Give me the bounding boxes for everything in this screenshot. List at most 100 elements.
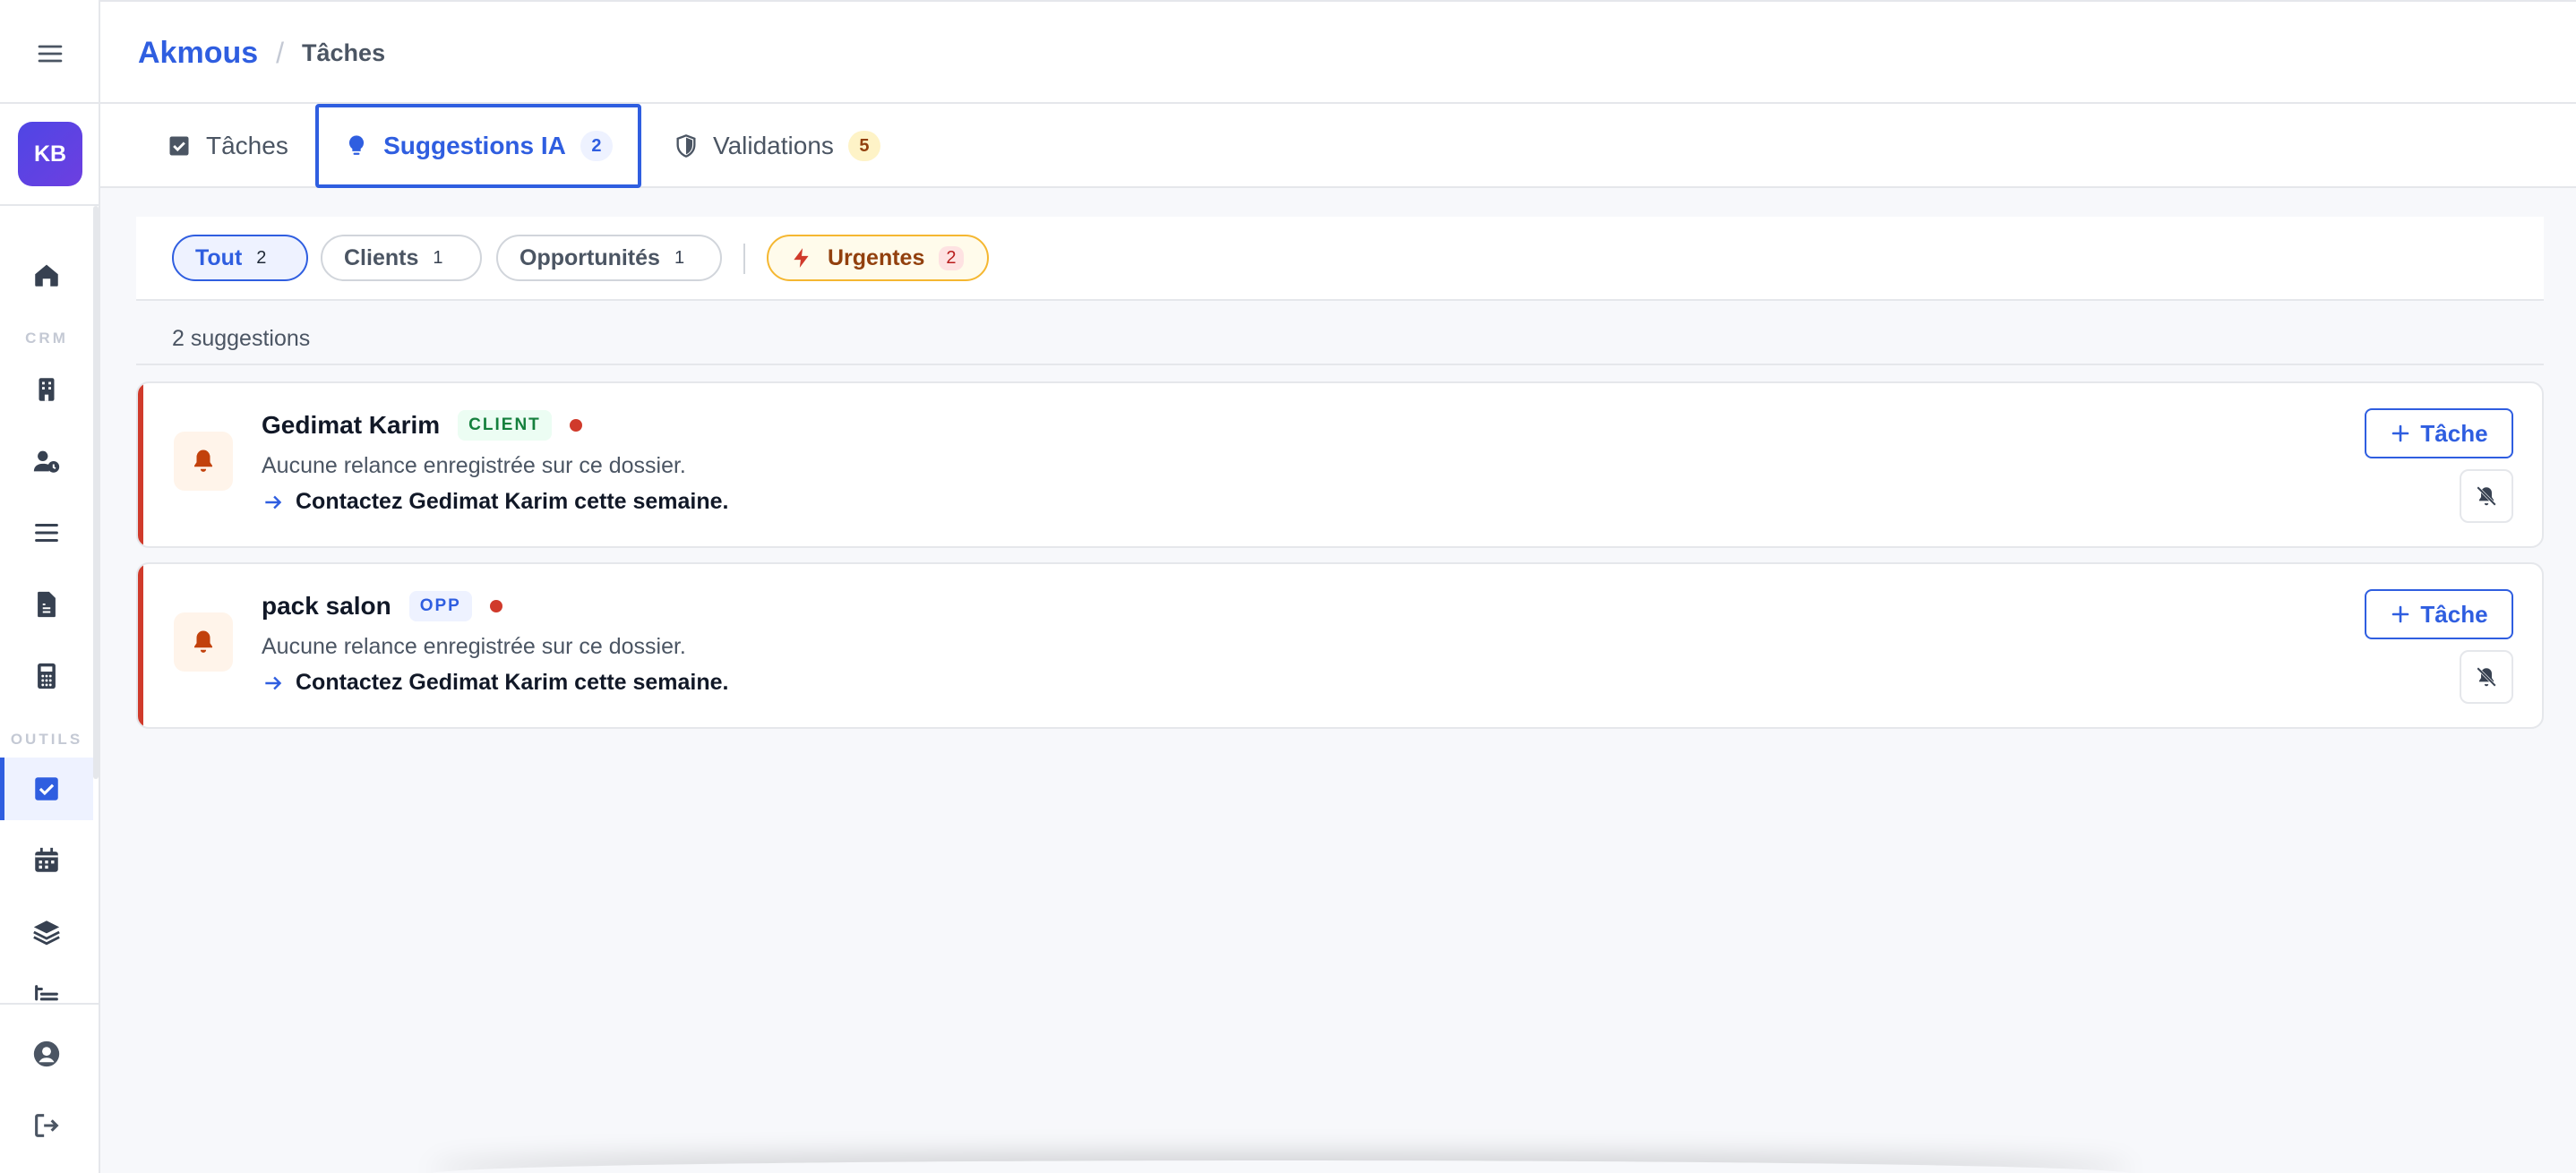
filter-label: Opportunités bbox=[519, 244, 660, 270]
calculator-icon bbox=[38, 663, 56, 689]
bell-slash-icon bbox=[2477, 667, 2496, 687]
suggestion-card: pack salon OPP Aucune relance enregistré… bbox=[136, 562, 2544, 729]
arrow-right-icon bbox=[265, 495, 282, 509]
filter-count: 1 bbox=[674, 247, 685, 268]
card-title[interactable]: Gedimat Karim bbox=[262, 411, 440, 440]
bell-icon bbox=[194, 630, 212, 653]
add-task-label: Tâche bbox=[2420, 419, 2488, 447]
sidebar-item-home[interactable] bbox=[0, 244, 93, 306]
sidebar-item-profile[interactable] bbox=[0, 1023, 93, 1085]
filter-count: 2 bbox=[256, 247, 267, 268]
filter-bar: Tout 2 Clients 1 Opportunités 1 Urgentes… bbox=[136, 217, 2544, 301]
reminder-icon-box bbox=[174, 432, 233, 491]
breadcrumb-separator: / bbox=[276, 37, 285, 69]
filter-count: 1 bbox=[433, 247, 443, 268]
menu-toggle-button[interactable] bbox=[32, 36, 68, 72]
sidebar-item-calendar[interactable] bbox=[0, 829, 93, 892]
mute-suggestion-button[interactable] bbox=[2460, 469, 2513, 523]
tab-label: Tâches bbox=[206, 132, 288, 159]
hamburger-icon bbox=[38, 45, 63, 63]
filter-count: 2 bbox=[939, 245, 964, 270]
bell-slash-icon bbox=[2477, 486, 2496, 506]
sidebar-item-invoices[interactable] bbox=[0, 573, 93, 636]
tab-label: Suggestions IA bbox=[383, 132, 566, 159]
plus-icon bbox=[2392, 605, 2409, 623]
arrow-right-icon bbox=[265, 676, 282, 689]
layers-icon bbox=[33, 920, 60, 946]
list-icon bbox=[35, 523, 58, 543]
shield-icon bbox=[676, 134, 696, 158]
reminder-icon-box bbox=[174, 612, 233, 672]
sidebar-item-calculator[interactable] bbox=[0, 645, 93, 707]
sidebar-item-list[interactable] bbox=[0, 501, 93, 564]
sidebar-section-crm: CRM bbox=[25, 330, 68, 347]
tab-tasks[interactable]: Tâches bbox=[167, 104, 288, 188]
user-avatar[interactable]: KB bbox=[18, 122, 82, 186]
filter-chip-all[interactable]: Tout 2 bbox=[172, 235, 308, 281]
add-task-button[interactable]: Tâche bbox=[2365, 589, 2513, 639]
tab-count-badge: 2 bbox=[580, 131, 613, 161]
type-badge: OPP bbox=[408, 591, 472, 621]
lightbulb-icon bbox=[349, 135, 365, 155]
card-title[interactable]: pack salon bbox=[262, 592, 391, 621]
urgency-accent-bar bbox=[138, 564, 143, 727]
sidebar-item-layers[interactable] bbox=[0, 901, 93, 963]
sidebar: KB CRM OUTILS bbox=[0, 0, 100, 1173]
card-header: pack salon OPP bbox=[262, 591, 502, 621]
breadcrumb-current-page: Tâches bbox=[302, 39, 386, 66]
bell-icon bbox=[194, 450, 212, 472]
priority-dot bbox=[569, 419, 582, 432]
type-badge: CLIENT bbox=[458, 410, 552, 441]
user-circle-icon bbox=[33, 1040, 60, 1067]
card-description: Aucune relance enregistrée sur ce dossie… bbox=[262, 634, 686, 659]
plus-icon bbox=[2392, 424, 2409, 442]
recommendation-text: Contactez Gedimat Karim cette semaine. bbox=[296, 489, 729, 514]
sidebar-scrollbar[interactable] bbox=[93, 206, 99, 779]
mute-suggestion-button[interactable] bbox=[2460, 650, 2513, 704]
checkbox-icon bbox=[35, 777, 58, 801]
card-header: Gedimat Karim CLIENT bbox=[262, 410, 582, 441]
calendar-icon bbox=[35, 847, 58, 872]
add-task-button[interactable]: Tâche bbox=[2365, 408, 2513, 458]
filter-label: Tout bbox=[195, 244, 243, 270]
count-divider bbox=[136, 364, 2544, 365]
suggestion-card: Gedimat Karim CLIENT Aucune relance enre… bbox=[136, 381, 2544, 548]
priority-dot bbox=[489, 600, 502, 612]
sidebar-item-tasks[interactable] bbox=[0, 758, 93, 820]
top-bar: Akmous / Tâches bbox=[100, 0, 2576, 104]
sidebar-item-list-tree[interactable] bbox=[0, 972, 93, 1005]
tab-label: Validations bbox=[713, 132, 834, 159]
checkbox-icon bbox=[169, 136, 189, 156]
tab-count-badge: 5 bbox=[847, 131, 880, 161]
sidebar-divider bbox=[0, 204, 100, 206]
sidebar-item-contacts[interactable] bbox=[0, 430, 93, 492]
card-recommendation: Contactez Gedimat Karim cette semaine. bbox=[262, 489, 729, 515]
filter-chip-opportunities[interactable]: Opportunités 1 bbox=[496, 235, 722, 281]
lightning-icon bbox=[794, 248, 809, 268]
filter-divider bbox=[743, 244, 745, 274]
add-task-label: Tâche bbox=[2420, 600, 2488, 628]
breadcrumb-brand-link[interactable]: Akmous bbox=[138, 36, 258, 71]
filter-chip-urgent[interactable]: Urgentes 2 bbox=[767, 235, 989, 281]
bottom-edge-shadow bbox=[430, 1160, 2132, 1173]
building-icon bbox=[39, 378, 55, 401]
tab-validations[interactable]: Validations 5 bbox=[674, 104, 880, 188]
breadcrumb: Akmous / Tâches bbox=[138, 36, 385, 71]
filter-label: Clients bbox=[344, 244, 419, 270]
tab-bar: Tâches Suggestions IA 2 Validations 5 bbox=[100, 104, 2576, 188]
sidebar-divider bbox=[0, 102, 100, 104]
sidebar-item-companies[interactable] bbox=[0, 358, 93, 421]
user-clock-icon bbox=[33, 450, 60, 473]
sidebar-item-logout[interactable] bbox=[0, 1094, 93, 1157]
filter-chip-clients[interactable]: Clients 1 bbox=[321, 235, 482, 281]
home-icon bbox=[35, 264, 58, 287]
list-tree-icon bbox=[35, 985, 58, 1001]
tab-ai-suggestions[interactable]: Suggestions IA 2 bbox=[315, 104, 641, 188]
sidebar-section-tools: OUTILS bbox=[10, 731, 83, 748]
sidebar-divider bbox=[0, 1003, 100, 1005]
filter-label: Urgentes bbox=[828, 244, 925, 270]
file-invoice-icon bbox=[38, 591, 56, 618]
urgency-accent-bar bbox=[138, 383, 143, 546]
card-recommendation: Contactez Gedimat Karim cette semaine. bbox=[262, 670, 729, 696]
card-description: Aucune relance enregistrée sur ce dossie… bbox=[262, 453, 686, 478]
